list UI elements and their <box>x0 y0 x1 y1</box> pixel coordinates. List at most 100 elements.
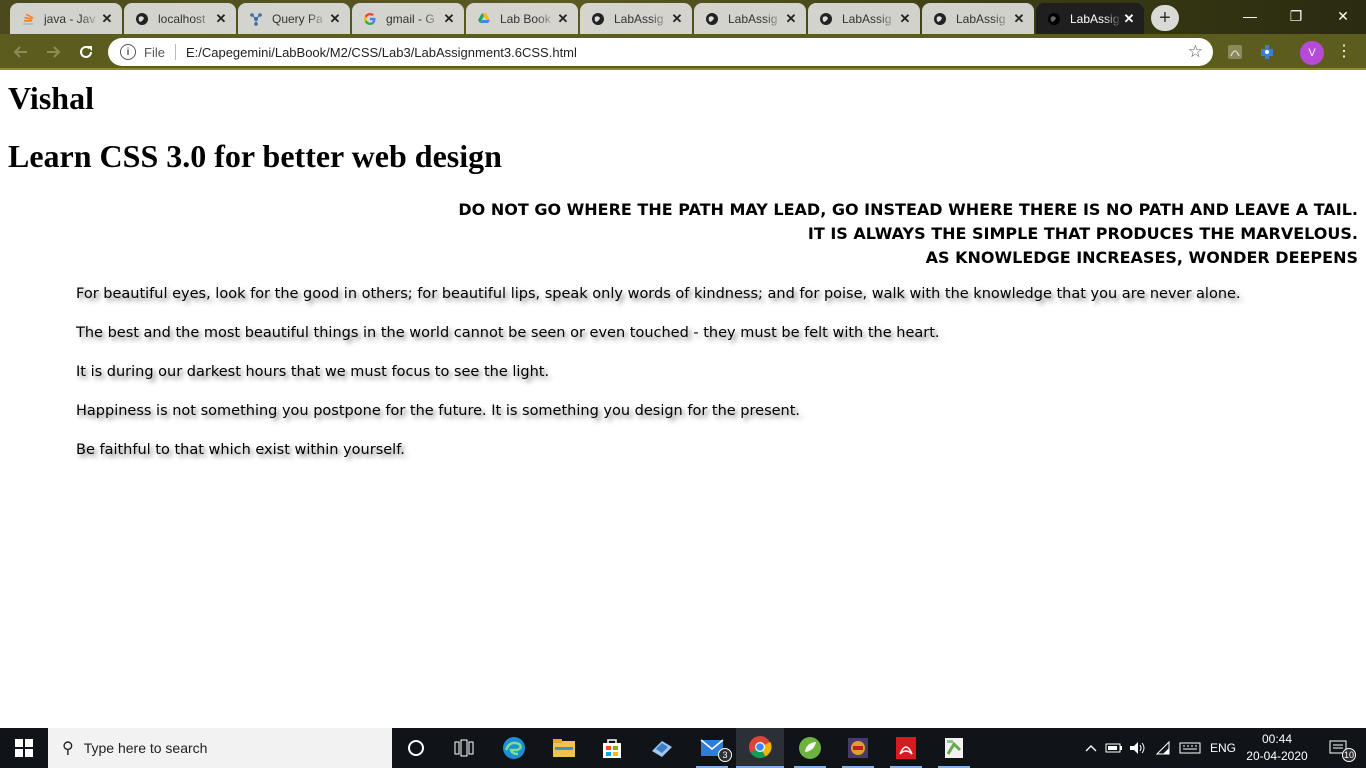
reload-icon <box>80 45 92 58</box>
paragraph: The best and the most beautiful things i… <box>76 325 940 341</box>
globe-icon <box>590 11 606 27</box>
browser-tab[interactable]: LabAssig ✕ <box>580 3 692 34</box>
close-tab-icon[interactable]: ✕ <box>328 11 342 27</box>
divider <box>174 44 176 60</box>
browser-tab[interactable]: LabAssig ✕ <box>694 3 806 34</box>
bookmark-star-icon[interactable]: ☆ <box>1188 42 1203 62</box>
google-icon <box>362 11 378 27</box>
page-name-heading: Vishal <box>8 80 94 116</box>
volume-icon[interactable] <box>1128 728 1148 768</box>
menu-kebab-icon[interactable]: ⋮ <box>1336 42 1352 62</box>
info-icon[interactable]: i <box>120 44 136 60</box>
browser-tab[interactable]: LabAssig ✕ <box>922 3 1034 34</box>
tab-title: LabAssig <box>614 11 664 26</box>
tab-title: java - Jav <box>44 11 96 26</box>
taskbar-search[interactable]: ⚲ Type here to search <box>48 728 392 768</box>
close-tab-icon[interactable]: ✕ <box>556 11 570 27</box>
url-scheme: File <box>144 44 165 60</box>
page-content: Vishal Learn CSS 3.0 for better web desi… <box>0 72 1366 728</box>
paragraph: For beautiful eyes, look for the good in… <box>76 286 1241 302</box>
close-tab-icon[interactable]: ✕ <box>100 11 114 27</box>
wifi-icon[interactable] <box>1153 728 1173 768</box>
forward-arrow-icon <box>47 46 61 58</box>
clock-time: 00:44 <box>1261 732 1293 746</box>
new-tab-button[interactable]: + <box>1151 5 1179 31</box>
address-bar[interactable]: i File E:/Capegemini/LabBook/M2/CSS/Lab3… <box>108 38 1213 66</box>
mail-icon[interactable]: 3 <box>688 728 736 768</box>
search-icon: ⚲ <box>62 740 74 757</box>
page-title-heading: Learn CSS 3.0 for better web design <box>8 138 502 174</box>
back-button[interactable] <box>9 40 33 64</box>
tab-strip: java - Jav ✕ localhost ✕ Query Pa ✕ gmai… <box>0 0 1366 34</box>
tab-title: LabAssig <box>1070 11 1120 26</box>
globe-icon <box>818 11 834 27</box>
shadow-paragraphs: For beautiful eyes, look for the good in… <box>76 286 1241 481</box>
browser-tab[interactable]: LabAssig ✕ <box>808 3 920 34</box>
keyboard-icon[interactable] <box>1177 728 1203 768</box>
close-tab-icon[interactable]: ✕ <box>1012 11 1026 27</box>
start-button[interactable] <box>0 728 48 768</box>
tab-title: Query Pa <box>272 11 323 26</box>
tab-title: Lab Book <box>500 11 551 26</box>
paragraph: Be faithful to that which exist within y… <box>76 442 405 458</box>
globe-icon <box>1046 11 1062 27</box>
reload-button[interactable] <box>74 40 98 64</box>
browser-tab[interactable]: Lab Book ✕ <box>466 3 578 34</box>
windows-taskbar: ⚲ Type here to search 3 ENG 00:44 20-04-… <box>0 728 1366 768</box>
notification-badge: 10 <box>1342 748 1356 762</box>
close-tab-icon[interactable]: ✕ <box>214 11 228 27</box>
globe-icon <box>134 11 150 27</box>
game-app-icon[interactable] <box>834 728 882 768</box>
url-text[interactable]: E:/Capegemini/LabBook/M2/CSS/Lab3/LabAss… <box>186 45 577 60</box>
paragraph: It is during our darkest hours that we m… <box>76 364 550 380</box>
restore-button[interactable]: ❐ <box>1273 4 1319 28</box>
close-tab-icon[interactable]: ✕ <box>1122 11 1136 27</box>
close-tab-icon[interactable]: ✕ <box>898 11 912 27</box>
close-tab-icon[interactable]: ✕ <box>670 11 684 27</box>
minimize-button[interactable]: — <box>1227 4 1273 28</box>
show-hidden-icons[interactable] <box>1082 728 1100 768</box>
close-window-button[interactable]: ✕ <box>1320 4 1366 28</box>
back-arrow-icon <box>13 46 27 58</box>
notepad-plus-icon[interactable] <box>930 728 978 768</box>
browser-tab-active[interactable]: LabAssig ✕ <box>1036 3 1144 34</box>
quote-line: AS KNOWLEDGE INCREASES, WONDER DEEPENS <box>925 248 1358 267</box>
cortana-icon[interactable] <box>392 728 440 768</box>
mail-badge: 3 <box>718 748 732 762</box>
browser-toolbar: i File E:/Capegemini/LabBook/M2/CSS/Lab3… <box>0 34 1366 70</box>
language-indicator[interactable]: ENG <box>1207 728 1239 768</box>
query-icon <box>248 11 264 27</box>
acrobat-icon[interactable] <box>882 728 930 768</box>
notification-center-icon[interactable]: 10 <box>1316 728 1360 768</box>
google-drive-icon <box>476 11 492 27</box>
app-icon[interactable] <box>638 728 686 768</box>
clock-date: 20-04-2020 <box>1246 749 1308 763</box>
close-tab-icon[interactable]: ✕ <box>442 11 456 27</box>
clock[interactable]: 00:44 20-04-2020 <box>1244 731 1310 765</box>
edge-icon[interactable] <box>490 728 538 768</box>
tab-title: localhost <box>158 11 206 26</box>
pdf-extension-icon[interactable] <box>1226 43 1244 61</box>
tab-title: LabAssig <box>956 11 1006 26</box>
task-view-icon[interactable] <box>440 728 488 768</box>
close-tab-icon[interactable]: ✕ <box>784 11 798 27</box>
browser-tab[interactable]: localhost ✕ <box>124 3 236 34</box>
stackoverflow-icon <box>20 11 36 27</box>
tab-title: LabAssig <box>728 11 778 26</box>
battery-icon[interactable] <box>1104 728 1124 768</box>
tab-title: gmail - G <box>386 11 435 26</box>
browser-tab[interactable]: gmail - G ✕ <box>352 3 464 34</box>
file-explorer-icon[interactable] <box>540 728 588 768</box>
spring-tool-icon[interactable] <box>786 728 834 768</box>
browser-tab[interactable]: java - Jav ✕ <box>10 3 122 34</box>
forward-button[interactable] <box>41 40 65 64</box>
store-icon[interactable] <box>588 728 636 768</box>
profile-avatar[interactable]: V <box>1300 41 1324 65</box>
chrome-icon[interactable] <box>736 728 784 768</box>
quote-line: IT IS ALWAYS THE SIMPLE THAT PRODUCES TH… <box>807 224 1358 243</box>
quotes-block: DO NOT GO WHERE THE PATH MAY LEAD, GO IN… <box>458 198 1358 270</box>
globe-icon <box>704 11 720 27</box>
browser-tab[interactable]: Query Pa ✕ <box>238 3 350 34</box>
extension-puzzle-icon[interactable] <box>1258 43 1276 61</box>
tab-title: LabAssig <box>842 11 892 26</box>
